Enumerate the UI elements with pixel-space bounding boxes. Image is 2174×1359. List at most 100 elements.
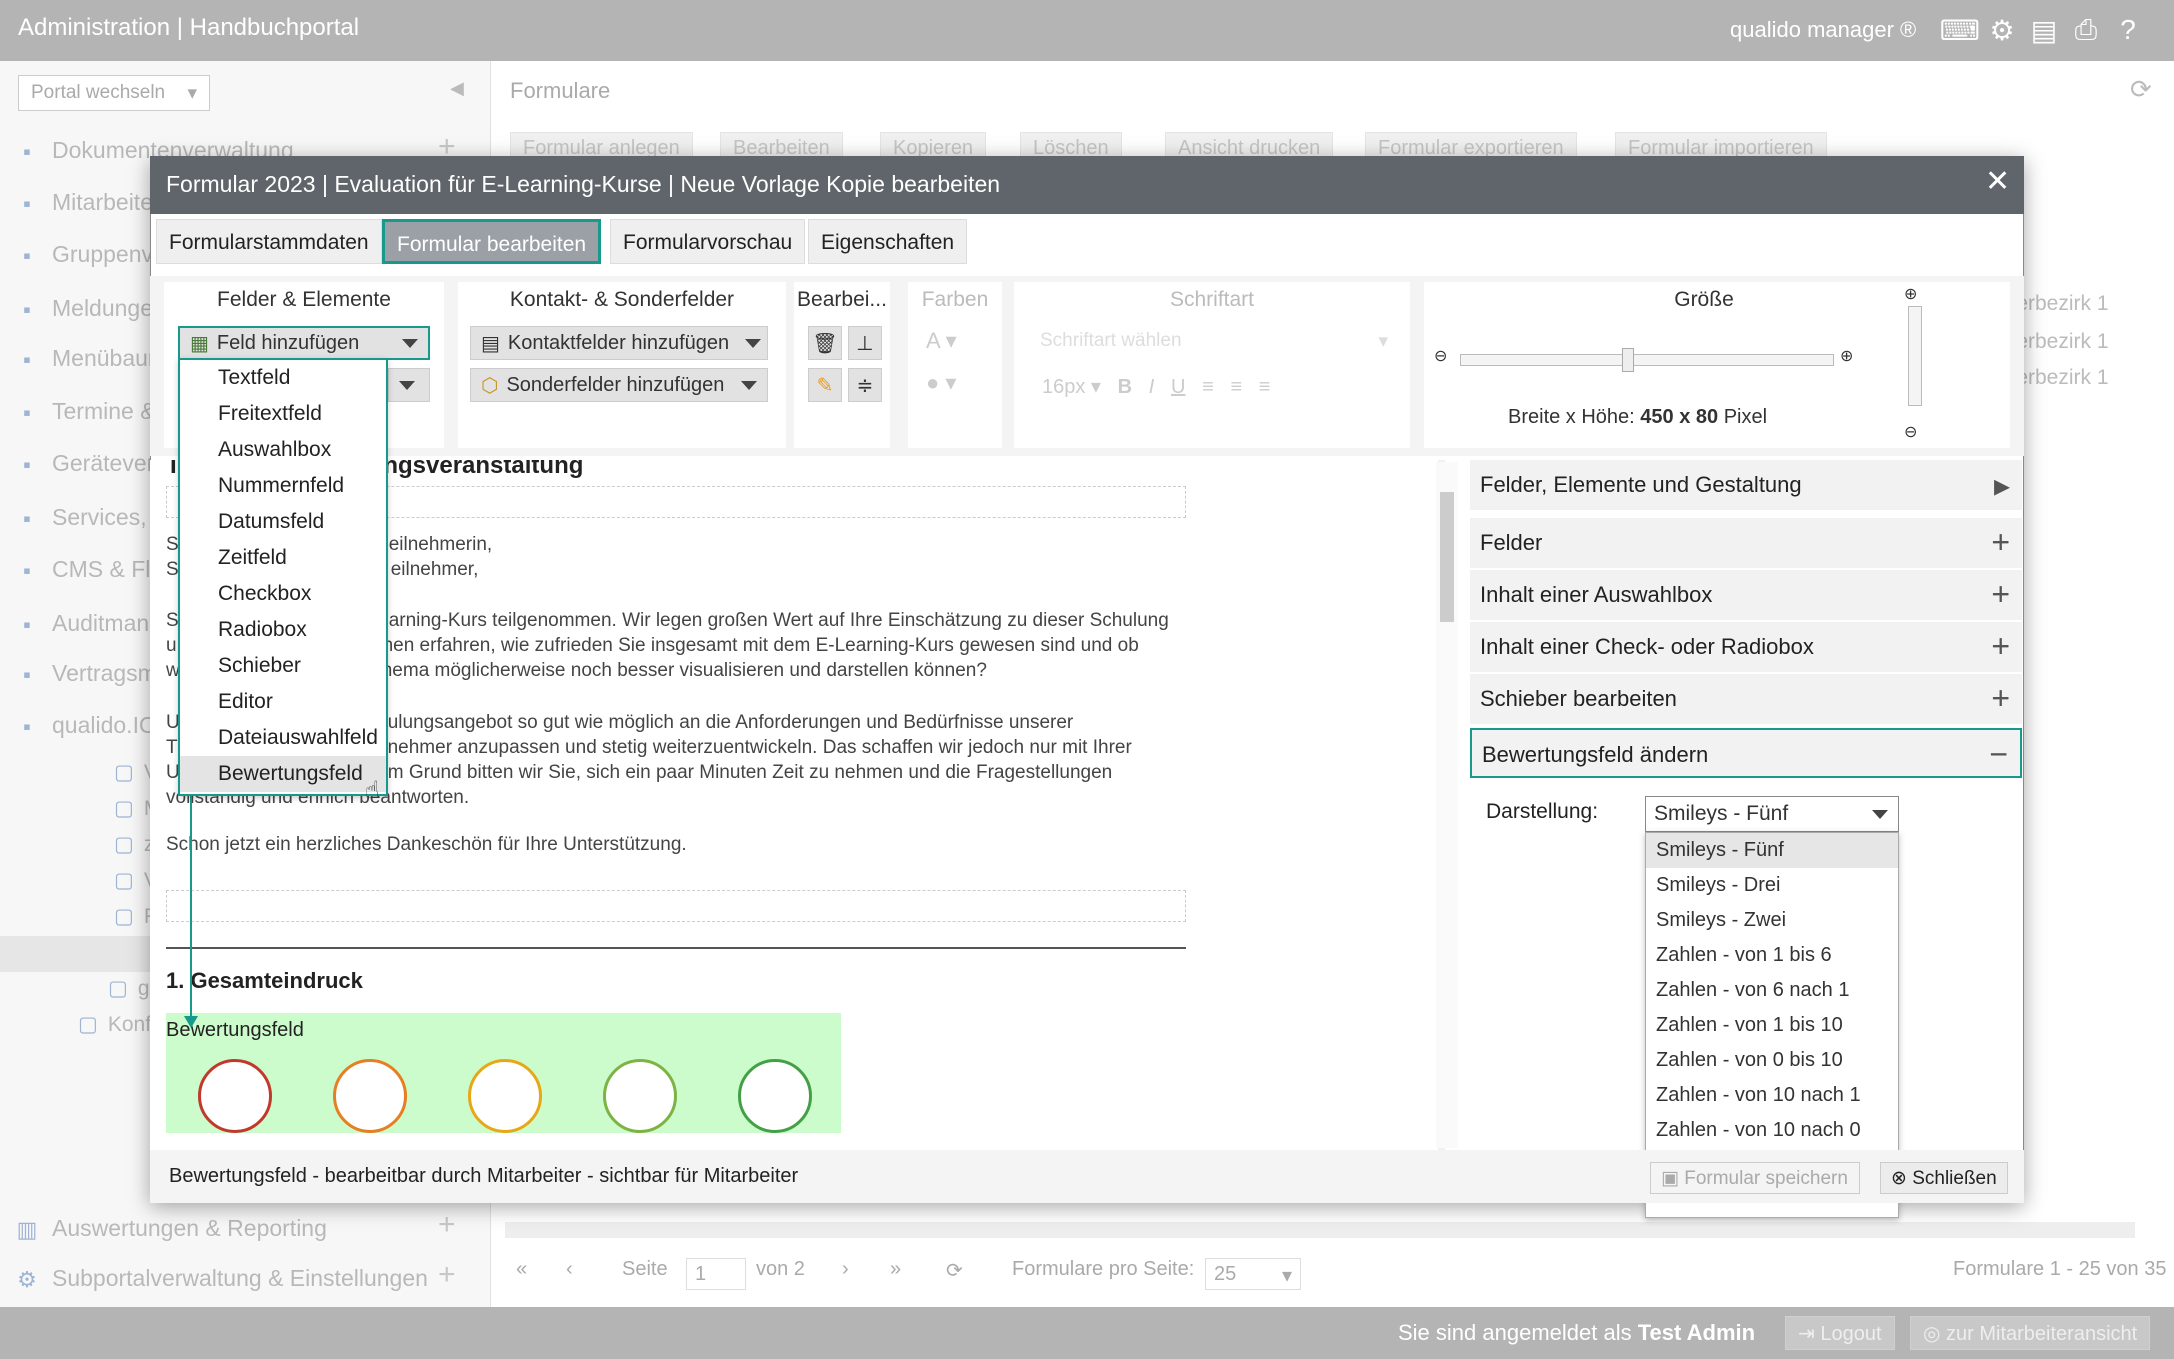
first-page-icon[interactable]: « xyxy=(516,1258,527,1281)
nav-item-3[interactable]: ▪ Meldungen xyxy=(14,295,166,322)
nav-subportal[interactable]: ⚙ Subportalverwaltung & Einstellungen xyxy=(14,1265,428,1292)
field-menu-item[interactable]: Bewertungsfeld xyxy=(180,756,386,792)
field-menu-item[interactable]: Schieber xyxy=(180,648,386,684)
logout-button[interactable]: ⇥ Logout xyxy=(1785,1316,1895,1350)
scrollbar-thumb[interactable] xyxy=(1440,492,1454,622)
darstellung-option[interactable]: Zahlen - von 0 bis 10 xyxy=(1646,1043,1898,1078)
minus-circle-icon[interactable]: ⊖ xyxy=(1904,422,1917,442)
tab-formularstammdaten[interactable]: Formularstammdaten xyxy=(156,219,382,264)
nav-item-1[interactable]: ▪ Mitarbeiter xyxy=(14,189,161,216)
drag-arrow-head xyxy=(184,1016,198,1028)
field-menu-item[interactable]: Freitextfeld xyxy=(180,396,386,432)
gears-icon[interactable]: ⚙ xyxy=(1986,14,2018,46)
nav-item-9[interactable]: ▪ Auditmana xyxy=(14,610,162,637)
editor-scrollbar[interactable] xyxy=(1436,462,1458,1148)
add-field-button[interactable]: ▦ Feld hinzufügen xyxy=(178,326,430,360)
special-fields-button[interactable]: ⬡ Sonderfelder hinzufügen xyxy=(470,368,768,402)
employee-view-button[interactable]: ◎ zur Mitarbeiteransicht xyxy=(1910,1316,2151,1350)
plus-icon: + xyxy=(1991,576,2010,612)
accordion-item-2[interactable]: Inhalt einer Auswahlbox + xyxy=(1470,570,2022,620)
save-form-button[interactable]: ▣ Formular speichern xyxy=(1650,1162,1860,1194)
print-icon[interactable]: ⎙ xyxy=(2070,14,2102,46)
darstellung-option[interactable]: Zahlen - von 10 nach 0 xyxy=(1646,1113,1898,1148)
field-menu-item[interactable]: Zeitfeld xyxy=(180,540,386,576)
keyboard-icon[interactable]: ⌨ xyxy=(1940,14,1980,46)
field-menu-item[interactable]: Dateiauswahlfeld xyxy=(180,720,386,756)
nav-item-4[interactable]: ▪ Menübaum xyxy=(14,345,167,372)
per-page-select[interactable]: 25 ▾ xyxy=(1205,1258,1301,1290)
portal-select[interactable]: Portal wechseln ▾ xyxy=(18,75,210,111)
plus-circle-icon[interactable]: ⊕ xyxy=(1904,284,1917,304)
group-felder-title: Felder & Elemente xyxy=(217,288,391,311)
contact-fields-button[interactable]: ▤ Kontaktfelder hinzufügen xyxy=(470,326,768,360)
darstellung-select[interactable]: Smileys - Fünf xyxy=(1645,796,1899,832)
drop-zone[interactable] xyxy=(166,890,1186,922)
darstellung-option[interactable]: Smileys - Zwei xyxy=(1646,903,1898,938)
close-dialog-button[interactable]: ⊗ Schließen xyxy=(1880,1162,2008,1194)
edit-pencil-icon[interactable]: ✎ xyxy=(808,368,842,402)
divider xyxy=(166,947,1186,949)
tab-formular-bearbeiten[interactable]: Formular bearbeiten xyxy=(382,219,602,264)
tab-formularvorschau[interactable]: Formularvorschau xyxy=(610,219,806,264)
field-menu-item[interactable]: Radiobox xyxy=(180,612,386,648)
accordion-item-3[interactable]: Inhalt einer Check- oder Radiobox + xyxy=(1470,622,2022,672)
accordion-item-4[interactable]: Schieber bearbeiten + xyxy=(1470,674,2022,724)
nav-item-10[interactable]: ▪ Vertragsm xyxy=(14,660,157,687)
field-menu-item[interactable]: Editor xyxy=(180,684,386,720)
nav-item-7[interactable]: ▪ Services, A xyxy=(14,504,167,531)
nav-item-6[interactable]: ▪ Geräteverw xyxy=(14,450,171,477)
accordion-item-5[interactable]: Bewertungsfeld ändern − xyxy=(1470,728,2022,778)
next-page-icon[interactable]: › xyxy=(842,1258,849,1281)
add-element-caret[interactable] xyxy=(388,368,430,402)
align-icon[interactable]: ⊥ xyxy=(848,326,882,360)
tab-eigenschaften[interactable]: Eigenschaften xyxy=(808,219,968,264)
plus-circle-icon[interactable]: ⊕ xyxy=(1840,346,1853,366)
trash-icon[interactable]: 🗑 xyxy=(808,326,842,360)
help-icon[interactable]: ? xyxy=(2112,14,2144,46)
item-icon: ▢ xyxy=(114,905,134,928)
distribute-icon[interactable]: ≑ xyxy=(848,368,882,402)
collapse-sidebar-icon[interactable]: ◀ xyxy=(450,78,464,99)
darstellung-option[interactable]: Zahlen - von 6 nach 1 xyxy=(1646,973,1898,1008)
page-input[interactable]: 1 xyxy=(686,1258,746,1290)
height-slider[interactable] xyxy=(1908,306,1922,406)
field-menu-item[interactable]: Checkbox xyxy=(180,576,386,612)
close-icon[interactable]: ✕ xyxy=(1985,164,2010,199)
field-menu-item[interactable]: Nummernfeld xyxy=(180,468,386,504)
accordion-item-1[interactable]: Felder + xyxy=(1470,518,2022,568)
refresh-icon[interactable]: ⟳ xyxy=(2130,74,2152,105)
unhappy-face-icon xyxy=(333,1059,407,1133)
darstellung-option[interactable]: Zahlen - von 10 nach 1 xyxy=(1646,1078,1898,1113)
users-icon: ▪ xyxy=(23,190,31,216)
font-select: Schriftart wählen ▾ xyxy=(1040,330,1388,352)
nav-auswertungen[interactable]: ▥ Auswertungen & Reporting xyxy=(14,1215,327,1242)
brand-label: qualido manager ® xyxy=(1730,17,1917,42)
reload-icon[interactable]: ⟳ xyxy=(946,1258,963,1283)
last-page-icon[interactable]: » xyxy=(890,1258,901,1281)
expand-subportal-icon[interactable]: + xyxy=(438,1258,456,1292)
field-type-menu: Textfeld Freitextfeld Auswahlbox Nummernfel… xyxy=(178,358,388,796)
field-menu-item[interactable]: Datumsfeld xyxy=(180,504,386,540)
horizontal-scrollbar[interactable] xyxy=(505,1222,2135,1238)
nav-item-5[interactable]: ▪ Termine & xyxy=(14,398,155,425)
darstellung-option[interactable]: Smileys - Drei xyxy=(1646,868,1898,903)
item-icon: ▢ xyxy=(78,1013,98,1036)
minus-circle-icon[interactable]: ⊖ xyxy=(1434,346,1447,366)
expand-auswertungen-icon[interactable]: + xyxy=(438,1208,456,1242)
width-slider-handle[interactable] xyxy=(1622,348,1634,372)
field-menu-item[interactable]: Textfeld xyxy=(180,360,386,396)
device-icon: ▪ xyxy=(23,451,31,477)
rating-field[interactable]: Bewertungsfeld xyxy=(166,1013,841,1133)
nav-item-11[interactable]: ▪ qualido.IO xyxy=(14,712,157,739)
darstellung-option[interactable]: Zahlen - von 1 bis 6 xyxy=(1646,938,1898,973)
prev-page-icon[interactable]: ‹ xyxy=(566,1258,573,1281)
accordion-item-0[interactable]: Felder, Elemente und Gestaltung ▸ xyxy=(1470,460,2022,510)
nav-item-2[interactable]: ▪ Gruppenve xyxy=(14,241,166,268)
darstellung-option[interactable]: Smileys - Fünf xyxy=(1646,833,1898,868)
darstellung-option[interactable]: Zahlen - von 1 bis 10 xyxy=(1646,1008,1898,1043)
width-slider[interactable] xyxy=(1460,354,1834,366)
fax-icon[interactable]: ▤ xyxy=(2028,14,2060,46)
field-menu-item[interactable]: Auswahlbox xyxy=(180,432,386,468)
chevron-right-icon: ▸ xyxy=(1993,467,2010,503)
text-color-icon: A ▾ xyxy=(926,328,957,353)
